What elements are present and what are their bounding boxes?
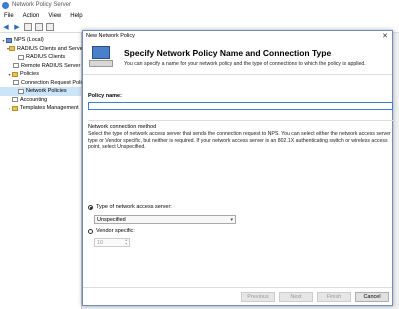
vendor-spinner[interactable]: 10 ▲ ▼ <box>94 238 130 247</box>
tree-item-label: Accounting <box>20 96 48 103</box>
console-tree-icon[interactable] <box>24 22 32 31</box>
app-title: Network Policy Server <box>12 2 72 8</box>
tree-item[interactable]: Network Policies <box>0 87 81 96</box>
tree-item[interactable]: ▾ RADIUS Clients and Servers <box>0 45 87 54</box>
close-icon[interactable]: ✕ <box>382 32 388 40</box>
tree-item[interactable]: ▾ NPS (Local) <box>0 36 81 45</box>
server-icon <box>6 37 12 43</box>
folder-icon <box>12 71 18 77</box>
back-arrow-icon[interactable]: ◀ <box>2 23 10 31</box>
menu-view[interactable]: View <box>48 13 61 19</box>
method-label: Network connection method <box>88 124 157 130</box>
policy-name-label: Policy name: <box>88 93 122 99</box>
next-button[interactable]: Next <box>279 292 313 302</box>
tree-item[interactable]: › Templates Management <box>0 104 81 113</box>
chevron-down-icon: ▾ <box>230 217 233 223</box>
menu-file[interactable]: File <box>4 13 14 19</box>
properties-icon[interactable] <box>35 22 43 31</box>
doc-icon <box>13 80 19 86</box>
vendor-radio[interactable] <box>88 229 93 234</box>
tree-item[interactable]: Accounting <box>0 96 81 105</box>
doc-icon <box>13 63 19 69</box>
help-icon[interactable] <box>46 22 54 31</box>
tree-item[interactable]: Remote RADIUS Server Groups <box>0 62 100 71</box>
type-label: Type of network access server: <box>96 204 172 210</box>
method-description: Select the type of network access server… <box>88 131 391 151</box>
vendor-label: Vendor specific: <box>96 228 135 234</box>
tree-item-label: NPS (Local) <box>14 37 44 44</box>
tree-item-label: RADIUS Clients <box>26 54 66 61</box>
tree-item-label: RADIUS Clients and Servers <box>17 45 88 52</box>
menu-bar: File Action View Help <box>0 10 399 21</box>
type-select-value: Unspecified <box>97 216 126 223</box>
app-titlebar: Network Policy Server <box>0 0 399 10</box>
cancel-button[interactable]: Cancel <box>355 292 389 302</box>
tree-item-label: Network Policies <box>26 88 67 95</box>
doc-icon <box>18 54 24 60</box>
wizard-heading: Specify Network Policy Name and Connecti… <box>124 48 332 58</box>
tree-item-label: Policies <box>20 71 39 78</box>
nps-app-icon <box>2 1 9 9</box>
wizard-body: Policy name: Network connection method S… <box>83 75 393 305</box>
vendor-value: 10 <box>97 239 104 246</box>
wizard-subheading: You can specify a name for your network … <box>124 61 366 67</box>
wizard-banner: Specify Network Policy Name and Connecti… <box>83 41 392 75</box>
new-network-policy-dialog: New Network Policy ✕ Specify Network Pol… <box>82 30 393 306</box>
tree-item-label: Templates Management <box>20 105 79 112</box>
footer-divider <box>83 287 392 288</box>
policy-name-input[interactable] <box>88 102 393 110</box>
spinner-arrows-icon[interactable]: ▲ ▼ <box>125 238 128 246</box>
previous-button[interactable]: Previous <box>241 292 275 302</box>
console-tree: ▾ NPS (Local) ▾ RADIUS Clients and Servers R… <box>0 33 100 309</box>
finish-button[interactable]: Finish <box>317 292 351 302</box>
folder-icon <box>9 46 16 52</box>
tree-item[interactable]: ▾ Policies <box>0 70 81 79</box>
type-select[interactable]: Unspecified ▾ <box>94 215 236 224</box>
doc-icon <box>18 88 24 94</box>
divider <box>88 120 393 121</box>
folder-icon <box>12 105 18 111</box>
forward-arrow-icon[interactable]: ▶ <box>13 23 21 31</box>
menu-help[interactable]: Help <box>70 13 82 19</box>
tree-item[interactable]: RADIUS Clients <box>0 53 81 62</box>
dialog-titlebar: New Network Policy ✕ <box>83 31 392 41</box>
menu-action[interactable]: Action <box>23 13 40 19</box>
tree-item[interactable]: Connection Request Policies <box>0 79 91 88</box>
tree-item-label: Connection Request Policies <box>21 79 92 86</box>
dialog-title: New Network Policy <box>86 33 135 39</box>
doc-icon <box>12 97 18 103</box>
type-radio[interactable] <box>88 205 93 210</box>
computer-icon <box>89 46 115 68</box>
